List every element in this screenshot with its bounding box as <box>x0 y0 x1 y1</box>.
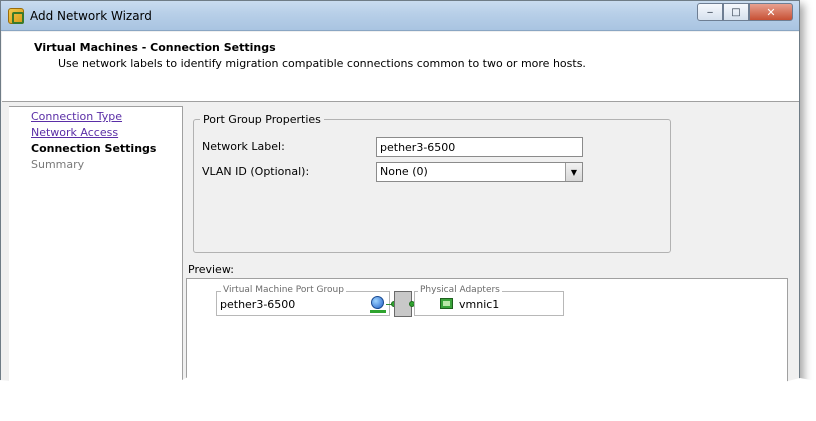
title-bar[interactable]: Add Network Wizard ‒ □ ✕ <box>1 1 799 31</box>
close-button[interactable]: ✕ <box>749 3 793 21</box>
network-label-input[interactable] <box>376 137 583 157</box>
nic-card-icon <box>440 298 453 309</box>
window-controls: ‒ □ ✕ <box>697 3 793 21</box>
window-title: Add Network Wizard <box>30 9 152 23</box>
network-label-label: Network Label: <box>202 140 285 153</box>
step-network-access[interactable]: Network Access <box>31 126 118 139</box>
step-summary: Summary <box>31 158 85 171</box>
wizard-steps: Connection Type Network Access Connectio… <box>9 106 183 399</box>
page-title: Virtual Machines - Connection Settings <box>34 41 276 54</box>
chevron-down-icon[interactable]: ▼ <box>565 163 582 181</box>
preview-label: Preview: <box>188 263 234 276</box>
network-wizard-icon <box>8 8 24 24</box>
minimize-button[interactable]: ‒ <box>697 3 723 21</box>
step-connection-type[interactable]: Connection Type <box>31 110 122 123</box>
port-group-legend: Port Group Properties <box>200 113 324 126</box>
physical-adapters-legend: Physical Adapters <box>418 285 502 295</box>
maximize-button[interactable]: □ <box>723 3 749 21</box>
globe-network-icon <box>371 296 384 309</box>
adapter-name: vmnic1 <box>459 298 500 311</box>
vlan-id-label: VLAN ID (Optional): <box>202 165 310 178</box>
vm-port-group-legend: Virtual Machine Port Group <box>221 285 346 295</box>
wizard-header: Virtual Machines - Connection Settings U… <box>2 32 799 102</box>
port-group-base <box>370 310 386 313</box>
vlan-id-select[interactable]: None (0) ▼ <box>376 162 583 182</box>
torn-edge <box>0 375 816 421</box>
page-subtitle: Use network labels to identify migration… <box>58 57 586 70</box>
vm-port-group-name: pether3-6500 <box>220 298 296 311</box>
step-connection-settings: Connection Settings <box>31 142 157 155</box>
vlan-id-value: None (0) <box>380 165 428 178</box>
torn-paper <box>0 375 816 421</box>
